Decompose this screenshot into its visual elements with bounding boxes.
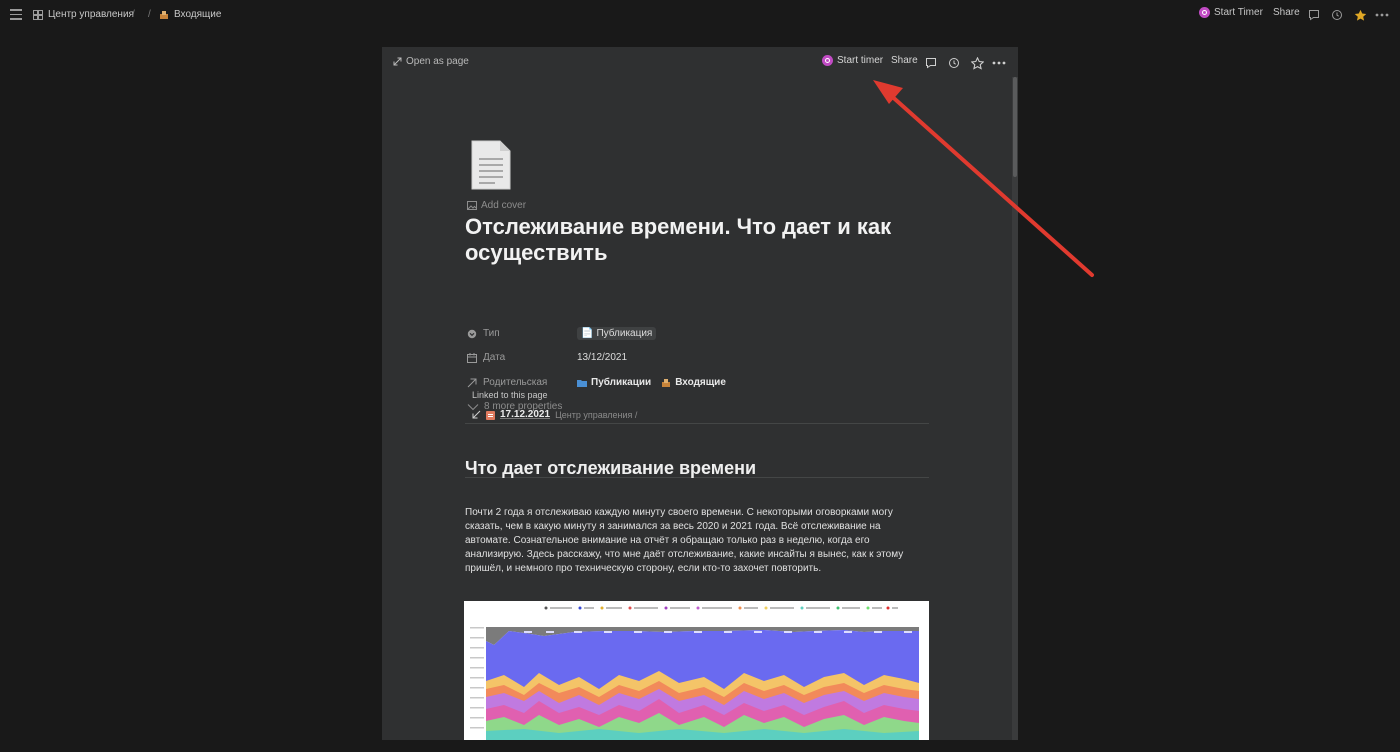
star-outline-icon[interactable] bbox=[969, 55, 985, 71]
calendar-page-icon bbox=[486, 410, 495, 420]
property-date-value: 13/12/2021 bbox=[577, 352, 628, 363]
scrollbar-thumb[interactable] bbox=[1013, 77, 1017, 177]
property-parent[interactable]: Родительская Публикации Входящие bbox=[467, 377, 726, 388]
document-icon: 📄 bbox=[581, 328, 594, 339]
modal-share-button[interactable]: Share bbox=[891, 55, 918, 66]
modal-header: Open as page Start timer Share bbox=[382, 47, 1018, 77]
section-heading[interactable]: Что дает отслеживание времени bbox=[465, 458, 756, 479]
page-document-icon[interactable] bbox=[470, 140, 512, 190]
embedded-chart-image[interactable] bbox=[464, 601, 929, 740]
inbox-icon bbox=[160, 10, 168, 19]
image-icon bbox=[467, 201, 477, 210]
top-bar: Центр управления / / Входящие Start Time… bbox=[0, 0, 1400, 30]
open-as-page-label: Open as page bbox=[406, 56, 469, 67]
relation-inbox[interactable]: Входящие bbox=[661, 377, 726, 388]
linked-page-path: Центр управления / bbox=[555, 409, 638, 420]
modal-share-label: Share bbox=[891, 55, 918, 66]
more-icon[interactable] bbox=[1374, 7, 1390, 23]
relation-publications-label: Публикации bbox=[591, 377, 652, 388]
comment-icon[interactable] bbox=[1306, 7, 1322, 23]
linked-section-title: Linked to this page bbox=[472, 390, 548, 400]
timer-icon bbox=[1199, 7, 1210, 18]
inbox-icon bbox=[662, 378, 671, 387]
breadcrumb-inbox[interactable]: Входящие bbox=[159, 9, 221, 20]
add-cover-button[interactable]: Add cover bbox=[467, 200, 526, 211]
share-label: Share bbox=[1273, 7, 1300, 18]
property-date[interactable]: Дата 13/12/2021 bbox=[467, 352, 627, 363]
breadcrumb-workspace[interactable]: Центр управления bbox=[33, 9, 134, 20]
expand-icon bbox=[393, 57, 402, 66]
start-timer-button[interactable]: Start Timer bbox=[1199, 7, 1263, 18]
grid-icon bbox=[33, 9, 43, 20]
clock-icon[interactable] bbox=[1329, 7, 1345, 23]
body-paragraph[interactable]: Почти 2 года я отслеживаю каждую минуту … bbox=[465, 506, 929, 576]
page-modal: Open as page Start timer Share Add cover… bbox=[382, 47, 1018, 740]
property-type[interactable]: Тип 📄 Публикация bbox=[467, 327, 657, 340]
modal-start-timer-label: Start timer bbox=[837, 55, 884, 66]
hamburger-icon[interactable] bbox=[10, 9, 22, 20]
backlink-arrow-icon bbox=[472, 410, 481, 419]
timer-icon bbox=[822, 55, 833, 66]
property-parent-name: Родительская bbox=[483, 377, 548, 388]
calendar-icon bbox=[467, 352, 477, 363]
type-chip[interactable]: 📄 Публикация bbox=[577, 327, 657, 340]
type-chip-label: Публикация bbox=[596, 328, 653, 339]
clock-icon[interactable] bbox=[946, 55, 962, 71]
add-cover-label: Add cover bbox=[481, 200, 527, 211]
open-as-page-button[interactable]: Open as page bbox=[393, 56, 469, 67]
breadcrumb-workspace-label: Центр управления bbox=[48, 9, 134, 20]
breadcrumb-separator: / bbox=[148, 9, 151, 20]
relation-publications[interactable]: Публикации bbox=[577, 377, 651, 388]
relation-inbox-label: Входящие bbox=[675, 377, 726, 388]
page-title[interactable]: Отслеживание времени. Что дает и как осу… bbox=[465, 214, 929, 266]
breadcrumb-inbox-label: Входящие bbox=[174, 9, 222, 20]
property-date-name: Дата bbox=[483, 352, 506, 363]
select-icon bbox=[467, 329, 477, 338]
relation-arrow-icon bbox=[467, 378, 477, 387]
share-button[interactable]: Share bbox=[1273, 7, 1300, 18]
folder-icon bbox=[577, 379, 587, 387]
comment-icon[interactable] bbox=[923, 55, 939, 71]
start-timer-label: Start Timer bbox=[1214, 7, 1263, 18]
divider bbox=[465, 423, 929, 424]
property-type-name: Тип bbox=[483, 328, 500, 339]
breadcrumb-separator: / bbox=[132, 9, 135, 20]
more-icon[interactable] bbox=[991, 55, 1007, 71]
star-icon[interactable] bbox=[1352, 7, 1368, 23]
modal-start-timer-button[interactable]: Start timer bbox=[822, 55, 883, 66]
linked-page-date: 17.12.2021 bbox=[500, 409, 551, 420]
linked-page-item[interactable]: 17.12.2021 Центр управления / bbox=[472, 409, 637, 420]
